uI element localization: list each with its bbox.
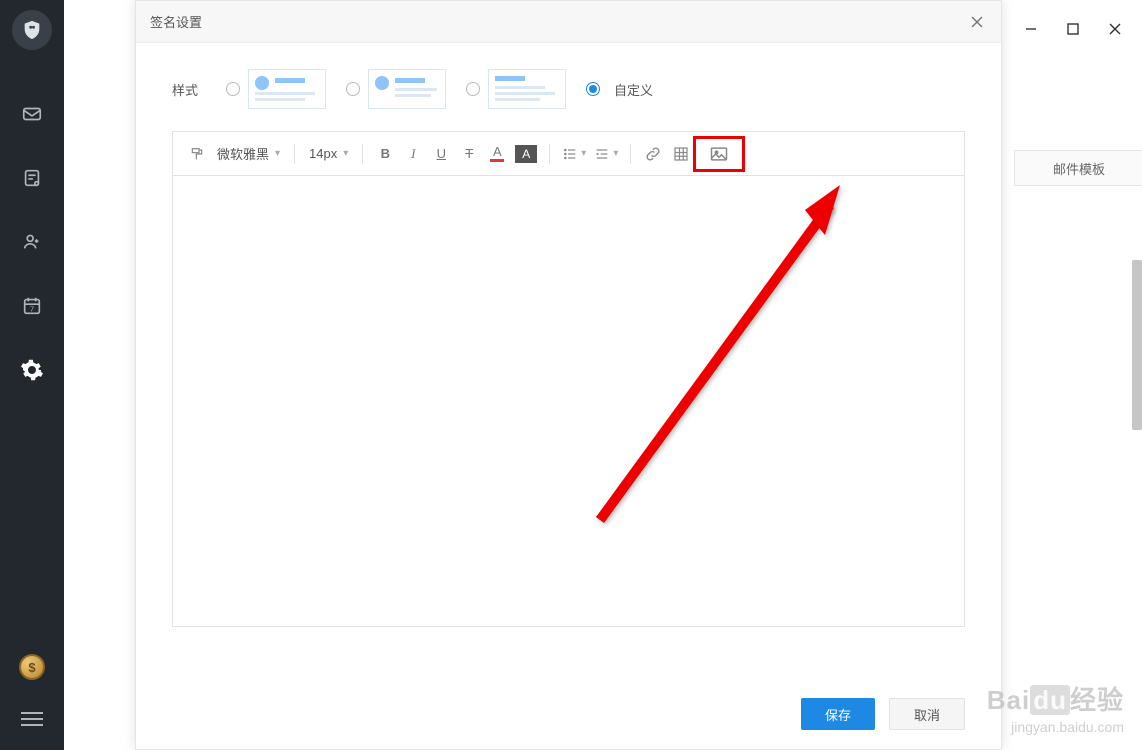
nav-settings[interactable]: [12, 350, 52, 390]
window-controls: [1022, 20, 1124, 38]
dialog-footer: 保存 取消: [136, 679, 1001, 749]
style-label: 样式: [172, 80, 198, 99]
editor-toolbar: 微软雅黑 ▾ 14px ▾ B I U T A A ▾: [173, 132, 964, 176]
font-color-button[interactable]: A: [483, 140, 511, 168]
save-button[interactable]: 保存: [801, 698, 875, 730]
dialog-title: 签名设置: [150, 12, 202, 31]
font-size-value: 14px: [309, 146, 337, 161]
gear-icon: [20, 358, 44, 382]
app-sidebar: 7 $: [0, 0, 64, 750]
editor-container: 微软雅黑 ▾ 14px ▾ B I U T A A ▾: [172, 131, 965, 627]
bg-color-button[interactable]: A: [511, 140, 541, 168]
close-window-button[interactable]: [1106, 20, 1124, 38]
scrollbar[interactable]: [1132, 260, 1142, 430]
nav-calendar[interactable]: 7: [12, 286, 52, 326]
side-tab-templates[interactable]: 邮件模板: [1014, 150, 1142, 186]
indent-button[interactable]: ▾: [590, 140, 622, 168]
minimize-button[interactable]: [1022, 20, 1040, 38]
svg-text:7: 7: [30, 305, 34, 314]
cancel-button[interactable]: 取消: [889, 698, 965, 730]
document-icon: [21, 167, 43, 189]
style-option-3[interactable]: [466, 69, 566, 109]
font-family-select[interactable]: 微软雅黑 ▾: [211, 144, 286, 163]
close-icon: [1108, 22, 1122, 36]
table-icon: [672, 145, 690, 163]
link-icon: [644, 145, 662, 163]
underline-button[interactable]: U: [427, 140, 455, 168]
font-size-select[interactable]: 14px ▾: [303, 146, 354, 161]
radio-3[interactable]: [466, 82, 480, 96]
contacts-icon: [21, 231, 43, 253]
table-button[interactable]: [667, 140, 695, 168]
chevron-down-icon: ▾: [581, 148, 586, 159]
highlight-annotation: [693, 136, 745, 172]
dialog-close-button[interactable]: [967, 12, 987, 32]
cancel-label: 取消: [914, 705, 940, 724]
nav-doc[interactable]: [12, 158, 52, 198]
close-icon: [970, 15, 984, 29]
nav-contacts[interactable]: [12, 222, 52, 262]
format-painter-button[interactable]: [183, 140, 211, 168]
maximize-icon: [1067, 23, 1079, 35]
calendar-icon: 7: [21, 295, 43, 317]
style-preview-2: [368, 69, 446, 109]
radio-1[interactable]: [226, 82, 240, 96]
indent-icon: [594, 146, 610, 162]
watermark-url: jingyan.baidu.com: [987, 718, 1124, 736]
maximize-button[interactable]: [1064, 20, 1082, 38]
link-button[interactable]: [639, 140, 667, 168]
style-option-custom[interactable]: 自定义: [586, 80, 653, 99]
style-preview-3: [488, 69, 566, 109]
chevron-down-icon: ▾: [275, 148, 280, 159]
coin-symbol: $: [28, 660, 35, 675]
watermark: Baidu经验 jingyan.baidu.com: [987, 684, 1124, 736]
radio-custom[interactable]: [586, 82, 600, 96]
minimize-icon: [1024, 22, 1038, 36]
style-option-2[interactable]: [346, 69, 446, 109]
app-logo[interactable]: [12, 10, 52, 50]
chevron-down-icon: ▾: [343, 148, 348, 159]
dialog-header: 签名设置: [136, 1, 1001, 43]
format-painter-icon: [189, 146, 205, 162]
list-button[interactable]: ▾: [558, 140, 590, 168]
bold-button[interactable]: B: [371, 140, 399, 168]
mail-icon: [21, 103, 43, 125]
style-row: 样式: [136, 43, 1001, 131]
list-icon: [562, 146, 578, 162]
radio-2[interactable]: [346, 82, 360, 96]
custom-label: 自定义: [614, 80, 653, 99]
save-label: 保存: [825, 705, 851, 724]
style-preview-1: [248, 69, 326, 109]
image-button[interactable]: [696, 139, 742, 169]
shield-icon: [21, 19, 43, 41]
coin-icon[interactable]: $: [19, 654, 45, 680]
signature-dialog: 签名设置 样式: [135, 0, 1002, 750]
editor-body[interactable]: [173, 176, 964, 626]
nav-mail[interactable]: [12, 94, 52, 134]
font-family-value: 微软雅黑: [217, 144, 269, 163]
image-icon: [709, 144, 729, 164]
style-option-1[interactable]: [226, 69, 326, 109]
menu-icon[interactable]: [21, 708, 43, 730]
italic-button[interactable]: I: [399, 140, 427, 168]
chevron-down-icon: ▾: [613, 148, 618, 159]
strikethrough-button[interactable]: T: [455, 140, 483, 168]
side-tab-label: 邮件模板: [1053, 159, 1105, 178]
